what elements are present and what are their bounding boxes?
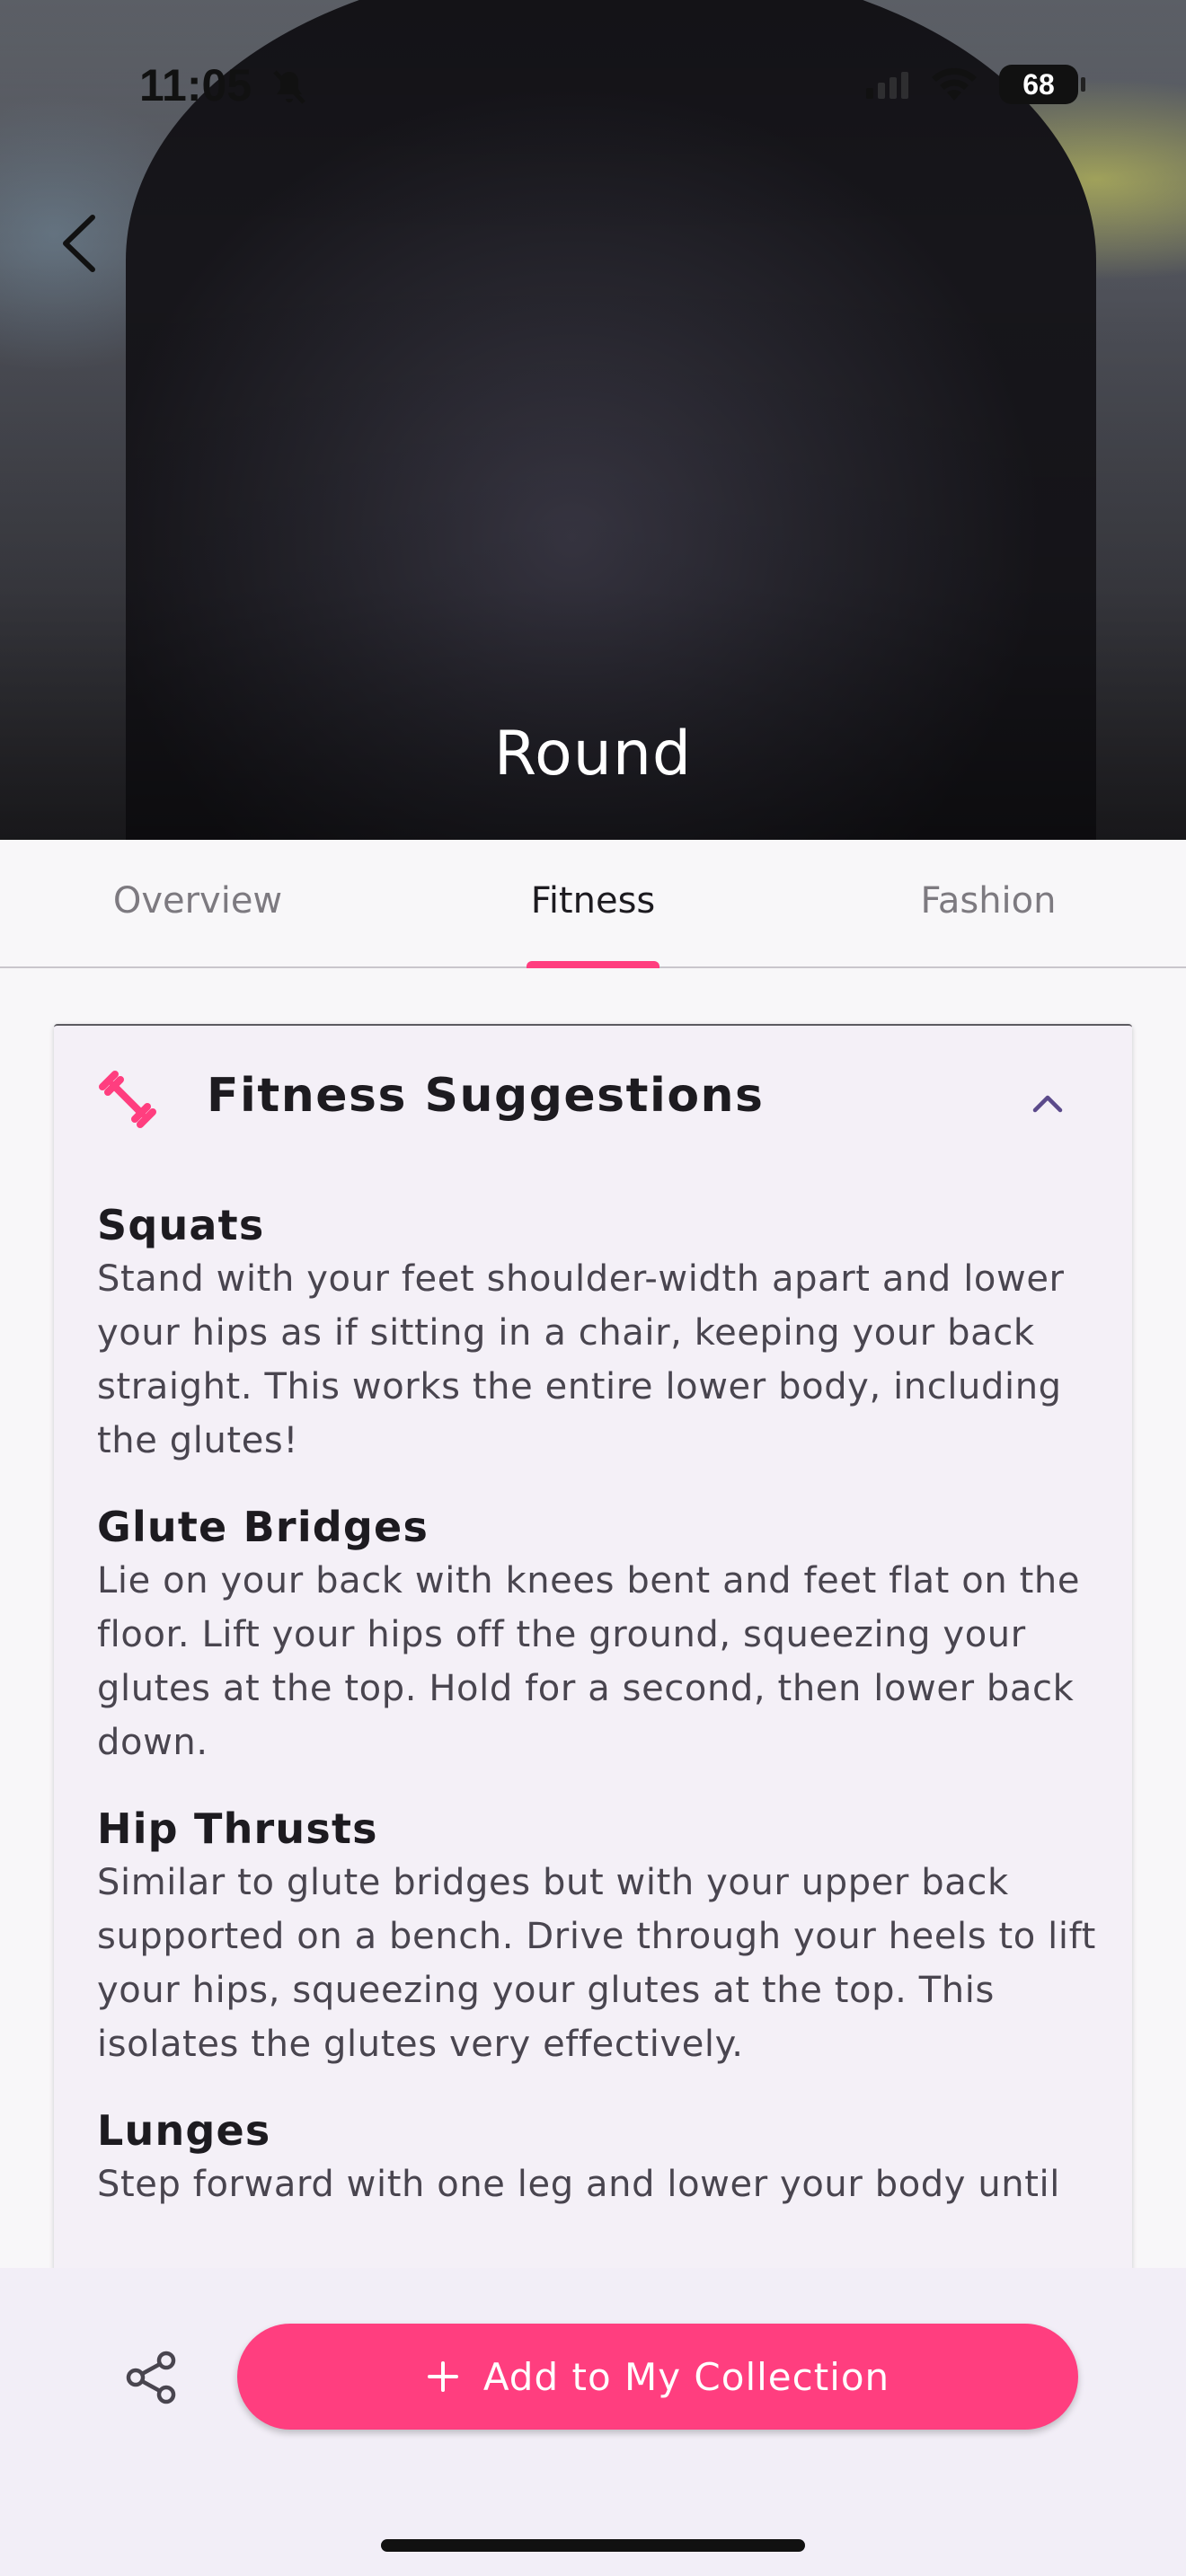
add-to-collection-button[interactable]: Add to My Collection <box>237 2324 1078 2430</box>
exercise-description: Step forward with one leg and lower your… <box>97 2164 1060 2205</box>
active-tab-indicator <box>527 961 659 968</box>
list-item: Squats Stand with your feet shoulder-wid… <box>97 1198 1112 1468</box>
status-time: 11:05 <box>139 60 252 110</box>
page-title: Round <box>493 719 693 790</box>
tab-fashion[interactable]: Fashion <box>791 840 1186 966</box>
fitness-suggestions-card: Fitness Suggestions Squats Stand with yo… <box>54 1024 1132 2371</box>
home-indicator[interactable] <box>381 2539 805 2552</box>
wifi-icon <box>932 67 977 101</box>
tab-label: Fitness <box>530 879 656 922</box>
battery-indicator: 68 <box>999 65 1085 104</box>
tab-label: Fashion <box>920 879 1057 922</box>
exercise-name: Lunges <box>97 2106 271 2155</box>
exercise-name: Glute Bridges <box>97 1503 429 1551</box>
back-button[interactable] <box>47 203 110 284</box>
hero-overlay <box>0 0 1186 840</box>
add-button-label: Add to My Collection <box>482 2354 890 2399</box>
list-item: Hip Thrusts Similar to glute bridges but… <box>97 1802 1112 2071</box>
exercise-description: Stand with your feet shoulder-width apar… <box>97 1258 1065 1461</box>
tab-fitness[interactable]: Fitness <box>395 840 791 968</box>
tab-label: Overview <box>112 879 283 922</box>
bell-muted-icon <box>273 70 305 104</box>
plus-icon <box>427 2361 458 2392</box>
list-item: Glute Bridges Lie on your back with knee… <box>97 1500 1112 1769</box>
share-icon <box>126 2351 176 2404</box>
status-indicators: 68 <box>864 65 1085 104</box>
bottom-action-bar: Add to My Collection <box>0 2268 1186 2576</box>
exercise-name: Hip Thrusts <box>97 1804 378 1853</box>
card-title: Fitness Suggestions <box>207 1069 765 1123</box>
share-button[interactable] <box>119 2344 185 2411</box>
exercise-description: Similar to glute bridges but with your u… <box>97 1862 1096 2065</box>
chevron-up-icon[interactable] <box>1028 1083 1067 1123</box>
list-item: Lunges Step forward with one leg and low… <box>97 2104 1112 2211</box>
exercise-name: Squats <box>97 1201 265 1249</box>
dumbbell-icon <box>99 1071 156 1128</box>
card-header[interactable]: Fitness Suggestions <box>54 1026 1132 1178</box>
tab-overview[interactable]: Overview <box>0 840 395 966</box>
chevron-left-icon <box>63 215 95 272</box>
exercise-list: Squats Stand with your feet shoulder-wid… <box>97 1198 1112 2244</box>
exercise-description: Lie on your back with knees bent and fee… <box>97 1560 1081 1763</box>
signal-icon <box>866 72 908 99</box>
tab-bar: Overview Fitness Fashion <box>0 840 1186 968</box>
hero-banner: 11:05 68 Round <box>0 0 1186 840</box>
